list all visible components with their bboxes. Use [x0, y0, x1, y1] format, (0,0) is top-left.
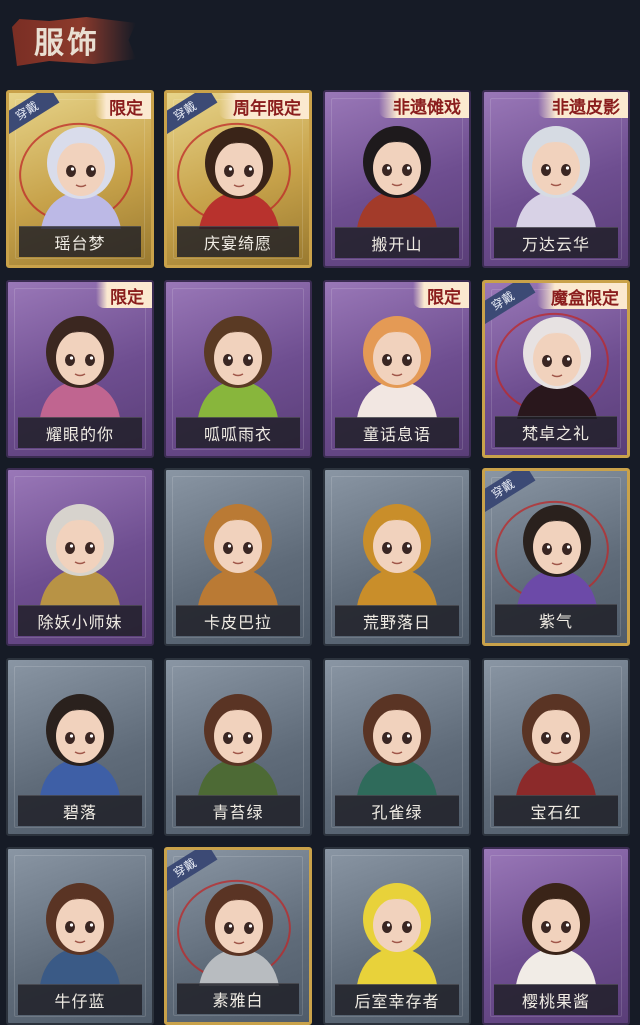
character-portrait [357, 883, 437, 985]
costume-card[interactable]: 碧落 [6, 658, 154, 836]
character-portrait [357, 316, 437, 418]
costume-card[interactable]: 呱呱雨衣 [164, 280, 312, 458]
character-portrait [516, 694, 596, 796]
limited-tag: 限定 [95, 93, 151, 119]
character-portrait [517, 317, 597, 419]
character-portrait [40, 883, 120, 985]
costume-name: 孔雀绿 [335, 795, 459, 826]
costume-name: 耀眼的你 [18, 417, 142, 448]
limited-tag: 限定 [96, 282, 152, 308]
character-portrait [517, 505, 597, 607]
limited-tag: 限定 [413, 282, 469, 308]
costume-name: 樱桃果酱 [494, 984, 618, 1015]
costume-name: 瑶台梦 [19, 226, 141, 257]
costume-card[interactable]: 除妖小师妹 [6, 468, 154, 646]
page-title: 服饰 [34, 26, 100, 61]
costume-card[interactable]: 卡皮巴拉 [164, 468, 312, 646]
costume-name: 素雅白 [177, 983, 299, 1014]
character-portrait [40, 316, 120, 418]
character-portrait [198, 694, 278, 796]
costume-card[interactable]: 穿戴 紫气 [482, 468, 630, 646]
character-portrait [357, 504, 437, 606]
costume-name: 梵卓之礼 [495, 416, 617, 447]
limited-tag: 魔盒限定 [537, 283, 627, 309]
character-portrait [516, 883, 596, 985]
costume-card[interactable]: 非遗皮影万达云华 [482, 90, 630, 268]
costume-name: 后室幸存者 [335, 984, 459, 1015]
costume-name: 紫气 [495, 604, 617, 635]
character-portrait [357, 126, 437, 228]
costume-card[interactable]: 限定 穿戴 瑶台梦 [6, 90, 154, 268]
character-portrait [41, 127, 121, 229]
costume-card[interactable]: 周年限定 穿戴 庆宴绮愿 [164, 90, 312, 268]
character-portrait [199, 127, 279, 229]
character-portrait [199, 884, 279, 986]
limited-tag: 非遗皮影 [538, 92, 628, 118]
costume-card[interactable]: 限定童话息语 [323, 280, 471, 458]
costume-name: 童话息语 [335, 417, 459, 448]
costume-card[interactable]: 牛仔蓝 [6, 847, 154, 1025]
costume-card[interactable]: 荒野落日 [323, 468, 471, 646]
costume-card[interactable]: 青苔绿 [164, 658, 312, 836]
header: 服饰 [0, 0, 640, 82]
costume-name: 呱呱雨衣 [176, 417, 300, 448]
character-portrait [40, 504, 120, 606]
character-portrait [198, 504, 278, 606]
costume-name: 搬开山 [335, 227, 459, 258]
character-portrait [516, 126, 596, 228]
costume-name: 宝石红 [494, 795, 618, 826]
costume-name: 牛仔蓝 [18, 984, 142, 1015]
limited-tag: 非遗傩戏 [379, 92, 469, 118]
costume-card[interactable]: 樱桃果酱 [482, 847, 630, 1025]
costume-grid: 限定 穿戴 瑶台梦 周年限定 穿戴 庆宴绮愿 非遗傩戏 搬开山 非遗皮影 万达云华 限定 耀眼的你 呱呱… [6, 90, 636, 1025]
costume-card[interactable]: 宝石红 [482, 658, 630, 836]
costume-name: 庆宴绮愿 [177, 226, 299, 257]
costume-card[interactable]: 穿戴 素雅白 [164, 847, 312, 1025]
costume-card[interactable]: 非遗傩戏搬开山 [323, 90, 471, 268]
costume-name: 卡皮巴拉 [176, 605, 300, 636]
character-portrait [40, 694, 120, 796]
character-portrait [198, 316, 278, 418]
limited-tag: 周年限定 [219, 93, 309, 119]
costume-name: 青苔绿 [176, 795, 300, 826]
costume-card[interactable]: 孔雀绿 [323, 658, 471, 836]
costume-name: 荒野落日 [335, 605, 459, 636]
costume-name: 碧落 [18, 795, 142, 826]
costume-card[interactable]: 魔盒限定 穿戴 梵卓之礼 [482, 280, 630, 458]
costume-card[interactable]: 限定耀眼的你 [6, 280, 154, 458]
character-portrait [357, 694, 437, 796]
costume-card[interactable]: 后室幸存者 [323, 847, 471, 1025]
costume-name: 除妖小师妹 [18, 605, 142, 636]
costume-name: 万达云华 [494, 227, 618, 258]
